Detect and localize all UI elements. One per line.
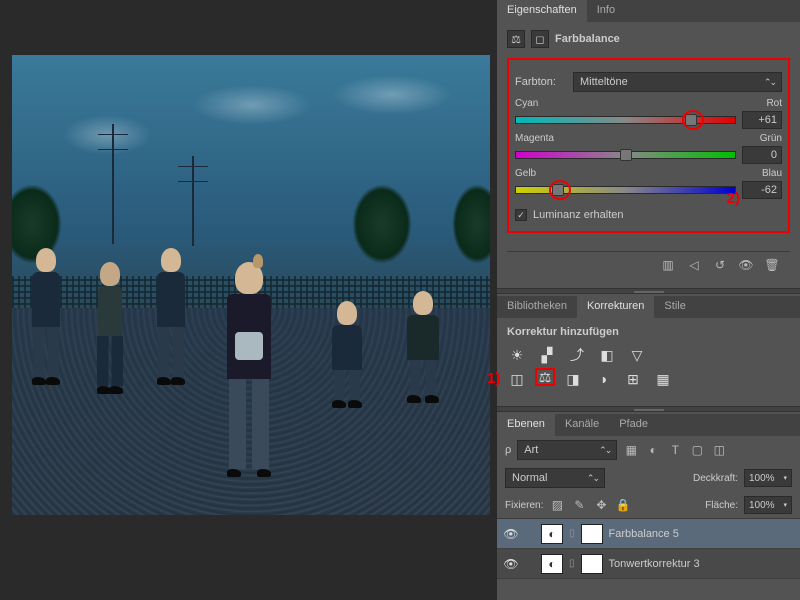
right-panels: Eigenschaften Info ⚖ ◻ Farbbalance Farbt…	[497, 0, 800, 600]
lock-paint-icon[interactable]: ✎	[571, 498, 587, 512]
levels-icon[interactable]: ▞	[537, 346, 557, 364]
layer-item-selected[interactable]: 👁 ▯ Farbbalance 5	[497, 519, 800, 549]
cyan-red-value[interactable]	[742, 111, 782, 129]
canvas-area	[0, 0, 497, 600]
hue-icon[interactable]: ◫	[507, 370, 527, 388]
clip-icon[interactable]: ▥	[660, 258, 676, 272]
exposure-icon[interactable]: ◧	[597, 346, 617, 364]
magenta-label: Magenta	[515, 133, 554, 144]
trash-icon[interactable]: 🗑	[764, 258, 780, 272]
slider-handle[interactable]	[620, 149, 632, 161]
tab-layers[interactable]: Ebenen	[497, 414, 555, 436]
lock-label: Fixieren:	[505, 500, 543, 511]
preserve-luminosity-checkbox[interactable]: Luminanz erhalten	[515, 209, 782, 221]
fill-value[interactable]: 100%	[744, 496, 792, 514]
opacity-value[interactable]: 100%	[744, 469, 792, 487]
tone-select[interactable]: Mitteltöne	[573, 72, 782, 92]
layers-body: ρ Art ▦ ◐ T ▢ ◫ Normal Deckkraft: 100% F…	[497, 436, 800, 579]
reset-icon[interactable]: ↺	[712, 258, 728, 272]
blue-label: Blau	[762, 168, 782, 179]
layer-adj-thumb[interactable]	[541, 554, 563, 574]
adjustments-body: Korrektur hinzufügen ☀ ▞ ⤴ ◧ ▽ 1) ◫ ⚖ ◨ …	[497, 318, 800, 404]
layer-mask-thumb[interactable]	[581, 524, 603, 544]
layer-adj-thumb[interactable]	[541, 524, 563, 544]
adjustment-title: Farbbalance	[555, 33, 620, 45]
slider-handle[interactable]	[552, 184, 564, 196]
layer-item[interactable]: 👁 ▯ Tonwertkorrektur 3	[497, 549, 800, 579]
lock-all-icon[interactable]: 🔒	[615, 498, 631, 512]
adjustments-tabs: Bibliotheken Korrekturen Stile	[497, 296, 800, 318]
lock-trans-icon[interactable]: ▨	[549, 498, 565, 512]
vibrance-icon[interactable]: ▽	[627, 346, 647, 364]
photo-filter-icon[interactable]: ◑	[593, 370, 613, 388]
cyan-label: Cyan	[515, 98, 538, 109]
slider-handle[interactable]	[685, 114, 697, 126]
annotation-2: 2)	[727, 190, 740, 207]
layers-tabs: Ebenen Kanäle Pfade	[497, 414, 800, 436]
visibility-toggle[interactable]: 👁	[503, 557, 519, 571]
yellow-blue-value[interactable]	[742, 181, 782, 199]
filter-pixel-icon[interactable]: ▦	[623, 443, 639, 457]
balance-icon: ⚖	[507, 30, 525, 48]
lock-pos-icon[interactable]: ✥	[593, 498, 609, 512]
blend-mode-select[interactable]: Normal	[505, 468, 605, 488]
magenta-green-value[interactable]	[742, 146, 782, 164]
image-canvas[interactable]	[12, 55, 490, 515]
tab-libraries[interactable]: Bibliotheken	[497, 296, 577, 318]
tab-info[interactable]: Info	[587, 0, 625, 22]
magenta-green-slider[interactable]	[515, 151, 736, 159]
mask-icon[interactable]: ◻	[531, 30, 549, 48]
filter-smart-icon[interactable]: ◫	[711, 443, 727, 457]
filter-shape-icon[interactable]: ▢	[689, 443, 705, 457]
cyan-red-slider[interactable]	[515, 116, 736, 124]
filter-type-icon[interactable]: T	[667, 443, 683, 457]
annotation-1: 1)	[487, 370, 500, 387]
tab-channels[interactable]: Kanäle	[555, 414, 609, 436]
bw-icon[interactable]: ◨	[563, 370, 583, 388]
highlighted-controls: Farbton: Mitteltöne Cyan Rot	[507, 58, 790, 233]
tab-adjustments[interactable]: Korrekturen	[577, 296, 654, 318]
layer-filter-select[interactable]: Art	[517, 440, 617, 460]
tab-styles[interactable]: Stile	[654, 296, 695, 318]
fill-label: Fläche:	[705, 500, 738, 511]
properties-tabs: Eigenschaften Info	[497, 0, 800, 22]
layer-mask-thumb[interactable]	[581, 554, 603, 574]
yellow-label: Gelb	[515, 168, 536, 179]
layer-name[interactable]: Farbbalance 5	[609, 528, 679, 540]
layer-name[interactable]: Tonwertkorrektur 3	[609, 558, 700, 570]
yellow-blue-slider[interactable]	[515, 186, 736, 194]
panel-divider-2[interactable]	[497, 406, 800, 412]
add-adjustment-label: Korrektur hinzufügen	[507, 326, 790, 338]
properties-footer: ▥ ◁ ↺ 👁 🗑	[507, 251, 790, 278]
brightness-icon[interactable]: ☀	[507, 346, 527, 364]
filter-adj-icon[interactable]: ◐	[645, 443, 661, 457]
channel-mixer-icon[interactable]: ⊞	[623, 370, 643, 388]
opacity-label: Deckkraft:	[693, 473, 738, 484]
tone-label: Farbton:	[515, 76, 567, 88]
properties-body: ⚖ ◻ Farbbalance Farbton: Mitteltöne Cyan…	[497, 22, 800, 286]
panel-divider[interactable]	[497, 288, 800, 294]
tab-properties[interactable]: Eigenschaften	[497, 0, 587, 22]
curves-icon[interactable]: ⤴	[567, 346, 587, 364]
checkbox-icon	[515, 209, 527, 221]
color-balance-icon[interactable]: ⚖	[535, 368, 555, 386]
green-label: Grün	[760, 133, 782, 144]
red-label: Rot	[766, 98, 782, 109]
lookup-icon[interactable]: ▦	[653, 370, 673, 388]
visibility-toggle[interactable]: 👁	[503, 527, 519, 541]
prev-icon[interactable]: ◁	[686, 258, 702, 272]
visibility-icon[interactable]: 👁	[738, 258, 754, 272]
tab-paths[interactable]: Pfade	[609, 414, 658, 436]
